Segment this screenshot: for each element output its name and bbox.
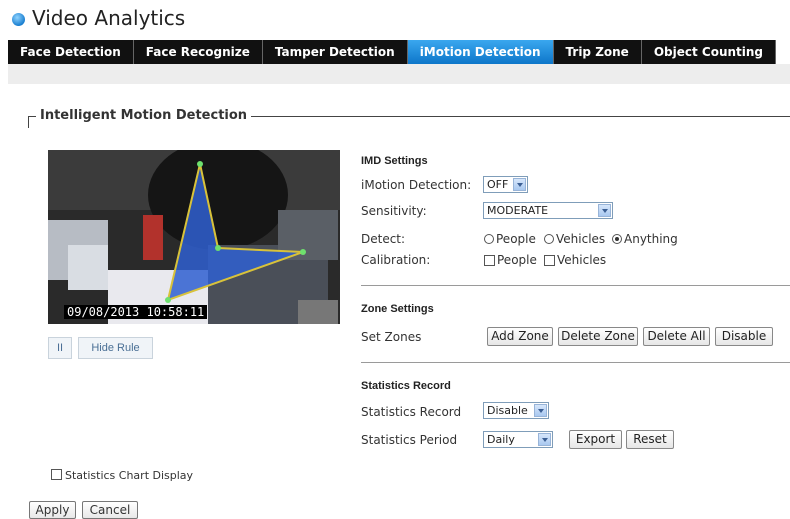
statistics-period-value: Daily bbox=[487, 433, 515, 446]
sensitivity-select[interactable]: MODERATE bbox=[483, 202, 613, 219]
imd-settings-heading: IMD Settings bbox=[361, 155, 428, 167]
chevron-down-icon bbox=[598, 204, 611, 217]
tab-face-recognize[interactable]: Face Recognize bbox=[133, 40, 263, 64]
calibration-label: Calibration: bbox=[361, 253, 431, 267]
app-title: Video Analytics bbox=[32, 6, 186, 30]
imotion-detection-value: OFF bbox=[487, 178, 509, 191]
divider bbox=[361, 362, 790, 363]
tab-object-counting[interactable]: Object Counting bbox=[641, 40, 777, 64]
zone-settings-heading: Zone Settings bbox=[361, 303, 434, 315]
sensitivity-label: Sensitivity: bbox=[361, 204, 427, 218]
pause-button[interactable]: II bbox=[48, 337, 72, 359]
tab-tamper-detection[interactable]: Tamper Detection bbox=[262, 40, 408, 64]
tab-underline-bar bbox=[8, 64, 790, 85]
tab-trip-zone[interactable]: Trip Zone bbox=[553, 40, 642, 64]
video-timestamp: 09/08/2013 10:58:11 bbox=[64, 305, 208, 319]
calibration-vehicles-label: Vehicles bbox=[557, 253, 607, 267]
detect-anything-label: Anything bbox=[624, 232, 678, 246]
chevron-down-icon bbox=[538, 433, 551, 446]
sensitivity-value: MODERATE bbox=[487, 204, 549, 217]
section-title: Intelligent Motion Detection bbox=[36, 108, 252, 123]
statistics-period-select[interactable]: Daily bbox=[483, 431, 553, 448]
disable-zone-button[interactable]: Disable bbox=[715, 327, 773, 346]
hide-rule-button[interactable]: Hide Rule bbox=[78, 337, 153, 359]
video-frame bbox=[48, 150, 340, 324]
statistics-record-value: Disable bbox=[487, 404, 528, 417]
delete-all-button[interactable]: Delete All bbox=[643, 327, 710, 346]
zone-handle bbox=[165, 297, 171, 303]
zone-handle bbox=[197, 161, 203, 167]
calibration-vehicles-checkbox[interactable] bbox=[544, 255, 555, 266]
calibration-people-checkbox[interactable] bbox=[484, 255, 495, 266]
statistics-record-select[interactable]: Disable bbox=[483, 402, 549, 419]
delete-zone-button[interactable]: Delete Zone bbox=[558, 327, 638, 346]
reset-button[interactable]: Reset bbox=[626, 430, 674, 449]
app-header: Video Analytics bbox=[0, 0, 790, 36]
statistics-chart-display-label: Statistics Chart Display bbox=[65, 469, 194, 482]
chevron-down-icon bbox=[513, 178, 526, 191]
blue-orb-icon bbox=[12, 13, 25, 26]
cancel-button[interactable]: Cancel bbox=[82, 501, 138, 519]
section-divider-left bbox=[28, 116, 29, 128]
calibration-people-label: People bbox=[497, 253, 537, 267]
zone-handle bbox=[215, 245, 221, 251]
detect-vehicles-label: Vehicles bbox=[556, 232, 606, 246]
statistics-chart-display-checkbox[interactable] bbox=[51, 469, 62, 480]
tab-imotion-detection[interactable]: iMotion Detection bbox=[407, 40, 554, 64]
chevron-down-icon bbox=[534, 404, 547, 417]
tab-bar: Face Detection Face Recognize Tamper Det… bbox=[8, 40, 777, 64]
detect-anything-radio[interactable] bbox=[612, 234, 622, 244]
add-zone-button[interactable]: Add Zone bbox=[487, 327, 553, 346]
detect-label: Detect: bbox=[361, 232, 406, 246]
divider bbox=[361, 285, 790, 286]
zone-handle bbox=[300, 249, 306, 255]
imotion-detection-label: iMotion Detection: bbox=[361, 178, 472, 192]
statistics-record-heading: Statistics Record bbox=[361, 380, 451, 392]
detect-people-label: People bbox=[496, 232, 536, 246]
export-button[interactable]: Export bbox=[569, 430, 622, 449]
video-preview[interactable] bbox=[48, 150, 340, 324]
detect-vehicles-radio[interactable] bbox=[544, 234, 554, 244]
statistics-period-label: Statistics Period bbox=[361, 433, 458, 447]
detect-people-radio[interactable] bbox=[484, 234, 494, 244]
tab-face-detection[interactable]: Face Detection bbox=[8, 40, 134, 64]
statistics-record-label: Statistics Record bbox=[361, 405, 462, 419]
set-zones-label: Set Zones bbox=[361, 330, 422, 344]
imotion-detection-select[interactable]: OFF bbox=[483, 176, 528, 193]
apply-button[interactable]: Apply bbox=[29, 501, 76, 519]
